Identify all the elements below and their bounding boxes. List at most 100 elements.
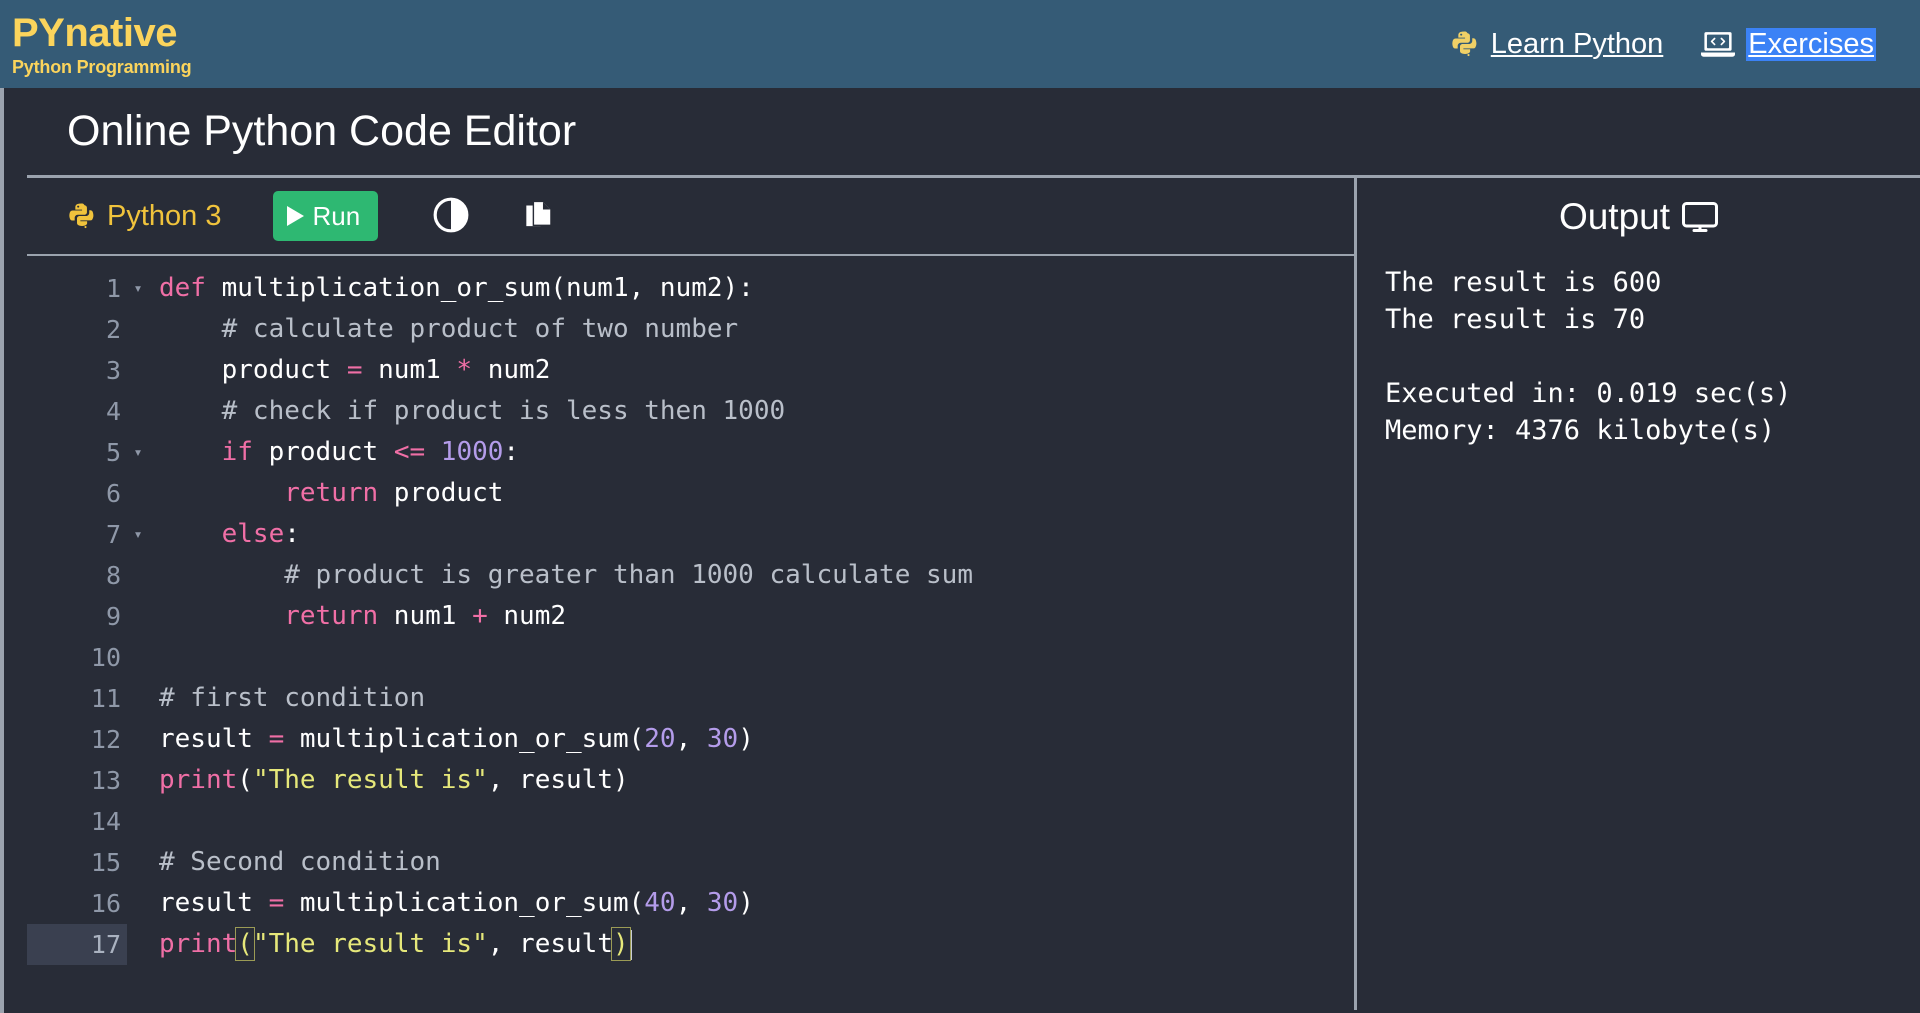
code-token: num1 xyxy=(378,601,472,631)
contrast-circle-icon xyxy=(432,196,470,237)
code-token: "The result is" xyxy=(253,929,488,959)
code-line[interactable]: 6 return product xyxy=(27,473,1354,514)
line-number: 11 xyxy=(27,678,127,719)
output-title: Output xyxy=(1559,196,1670,238)
editor-toolbar: Python 3 Run xyxy=(27,178,1354,256)
code-token: = xyxy=(269,724,285,754)
brand-subtitle: Python Programming xyxy=(12,58,191,76)
code-token: print xyxy=(159,929,237,959)
theme-toggle-button[interactable] xyxy=(428,193,474,239)
output-pane: Output The result is 600The result is 70… xyxy=(1357,178,1920,1010)
code-editor[interactable]: 1▾def multiplication_or_sum(num1, num2):… xyxy=(27,256,1354,1010)
language-label: Python 3 xyxy=(107,200,221,233)
nav-item-learn-python[interactable]: Learn Python xyxy=(1450,28,1664,61)
code-line[interactable]: 1▾def multiplication_or_sum(num1, num2): xyxy=(27,268,1354,309)
code-token: product xyxy=(253,437,394,467)
code-token: result xyxy=(159,724,269,754)
line-number: 8 xyxy=(27,555,127,596)
code-token: multiplication_or_sum( xyxy=(284,724,644,754)
code-token: else xyxy=(222,519,285,549)
code-token: # Second condition xyxy=(159,847,441,877)
line-number: 2 xyxy=(27,309,127,350)
code-token: multiplication_or_sum(num1, num2): xyxy=(222,273,754,303)
code-line-text: else: xyxy=(149,514,300,555)
code-line-text: result = multiplication_or_sum(40, 30) xyxy=(149,883,754,924)
code-token: product xyxy=(378,478,503,508)
line-number: 16 xyxy=(27,883,127,924)
code-line-text: # product is greater than 1000 calculate… xyxy=(149,555,973,596)
output-line: The result is 70 xyxy=(1385,301,1920,338)
code-line-text: def multiplication_or_sum(num1, num2): xyxy=(149,268,754,309)
line-number: 10 xyxy=(27,637,127,678)
code-token: # product is greater than 1000 calculate… xyxy=(159,560,973,590)
page-title: Online Python Code Editor xyxy=(67,107,576,156)
brand-logo[interactable]: PYnative Python Programming xyxy=(12,13,191,76)
code-line[interactable]: 8 # product is greater than 1000 calcula… xyxy=(27,555,1354,596)
main-nav: Learn Python Exercises xyxy=(1450,28,1894,61)
code-line-text: return num1 + num2 xyxy=(149,596,566,637)
code-token: , result) xyxy=(488,765,629,795)
fold-arrow-icon[interactable]: ▾ xyxy=(127,268,149,309)
code-token xyxy=(159,601,284,631)
code-token: , result xyxy=(488,929,613,959)
code-line[interactable]: 15# Second condition xyxy=(27,842,1354,883)
code-line[interactable]: 3 product = num1 * num2 xyxy=(27,350,1354,391)
output-console: The result is 600The result is 70 Execut… xyxy=(1357,256,1920,449)
code-line[interactable]: 13print("The result is", result) xyxy=(27,760,1354,801)
monitor-icon xyxy=(1682,202,1718,232)
code-token: , xyxy=(676,724,707,754)
code-line[interactable]: 14 xyxy=(27,801,1354,842)
play-icon xyxy=(287,206,304,226)
code-line-text: # Second condition xyxy=(149,842,441,883)
code-line[interactable]: 17print("The result is", result) xyxy=(27,924,1354,965)
run-button-label: Run xyxy=(312,201,360,232)
fold-arrow-icon[interactable]: ▾ xyxy=(127,514,149,555)
line-number: 7 xyxy=(27,514,127,555)
line-number: 5 xyxy=(27,432,127,473)
code-line[interactable]: 10 xyxy=(27,637,1354,678)
code-token: * xyxy=(456,355,472,385)
code-line[interactable]: 16 result = multiplication_or_sum(40, 30) xyxy=(27,883,1354,924)
nav-item-exercises[interactable]: Exercises xyxy=(1701,28,1876,61)
code-token: # check if product is less then 1000 xyxy=(159,396,785,426)
code-token: = xyxy=(269,888,285,918)
code-token: # calculate product of two number xyxy=(159,314,738,344)
line-number: 14 xyxy=(27,801,127,842)
code-line-text: print("The result is", result) xyxy=(149,924,632,965)
nav-label-learn-python: Learn Python xyxy=(1491,28,1664,61)
code-token: <= xyxy=(394,437,425,467)
code-line[interactable]: 5▾ if product <= 1000: xyxy=(27,432,1354,473)
code-line-text: product = num1 * num2 xyxy=(149,350,550,391)
copy-code-button[interactable] xyxy=(516,193,562,239)
code-line[interactable]: 11 # first condition xyxy=(27,678,1354,719)
code-token: def xyxy=(159,273,222,303)
code-line[interactable]: 9 return num1 + num2 xyxy=(27,596,1354,637)
code-line[interactable]: 2 # calculate product of two number xyxy=(27,309,1354,350)
line-number: 3 xyxy=(27,350,127,391)
code-line-text: # check if product is less then 1000 xyxy=(149,391,785,432)
code-token: , xyxy=(676,888,707,918)
python-logo-icon xyxy=(67,201,97,231)
code-token: 30 xyxy=(707,724,738,754)
code-token: 1000 xyxy=(441,437,504,467)
code-token: = xyxy=(347,355,363,385)
code-token: + xyxy=(472,601,488,631)
run-button[interactable]: Run xyxy=(273,191,378,241)
language-selector[interactable]: Python 3 xyxy=(67,200,221,233)
line-number: 1 xyxy=(27,268,127,309)
code-line[interactable]: 4 # check if product is less then 1000 xyxy=(27,391,1354,432)
output-line: The result is 600 xyxy=(1385,264,1920,301)
editor-output-split: Python 3 Run xyxy=(27,178,1920,1010)
code-line-text: # calculate product of two number xyxy=(149,309,738,350)
code-token: multiplication_or_sum( xyxy=(284,888,644,918)
code-line[interactable]: 7▾ else: xyxy=(27,514,1354,555)
code-token: # first condition xyxy=(159,683,425,713)
code-token: 30 xyxy=(707,888,738,918)
brand-title: PYnative xyxy=(12,13,191,53)
code-line[interactable]: 12result = multiplication_or_sum(20, 30) xyxy=(27,719,1354,760)
site-header: PYnative Python Programming Learn Python xyxy=(0,0,1920,88)
code-token: num1 xyxy=(363,355,457,385)
code-token: result xyxy=(159,888,269,918)
text-cursor xyxy=(630,930,632,960)
fold-arrow-icon[interactable]: ▾ xyxy=(127,432,149,473)
